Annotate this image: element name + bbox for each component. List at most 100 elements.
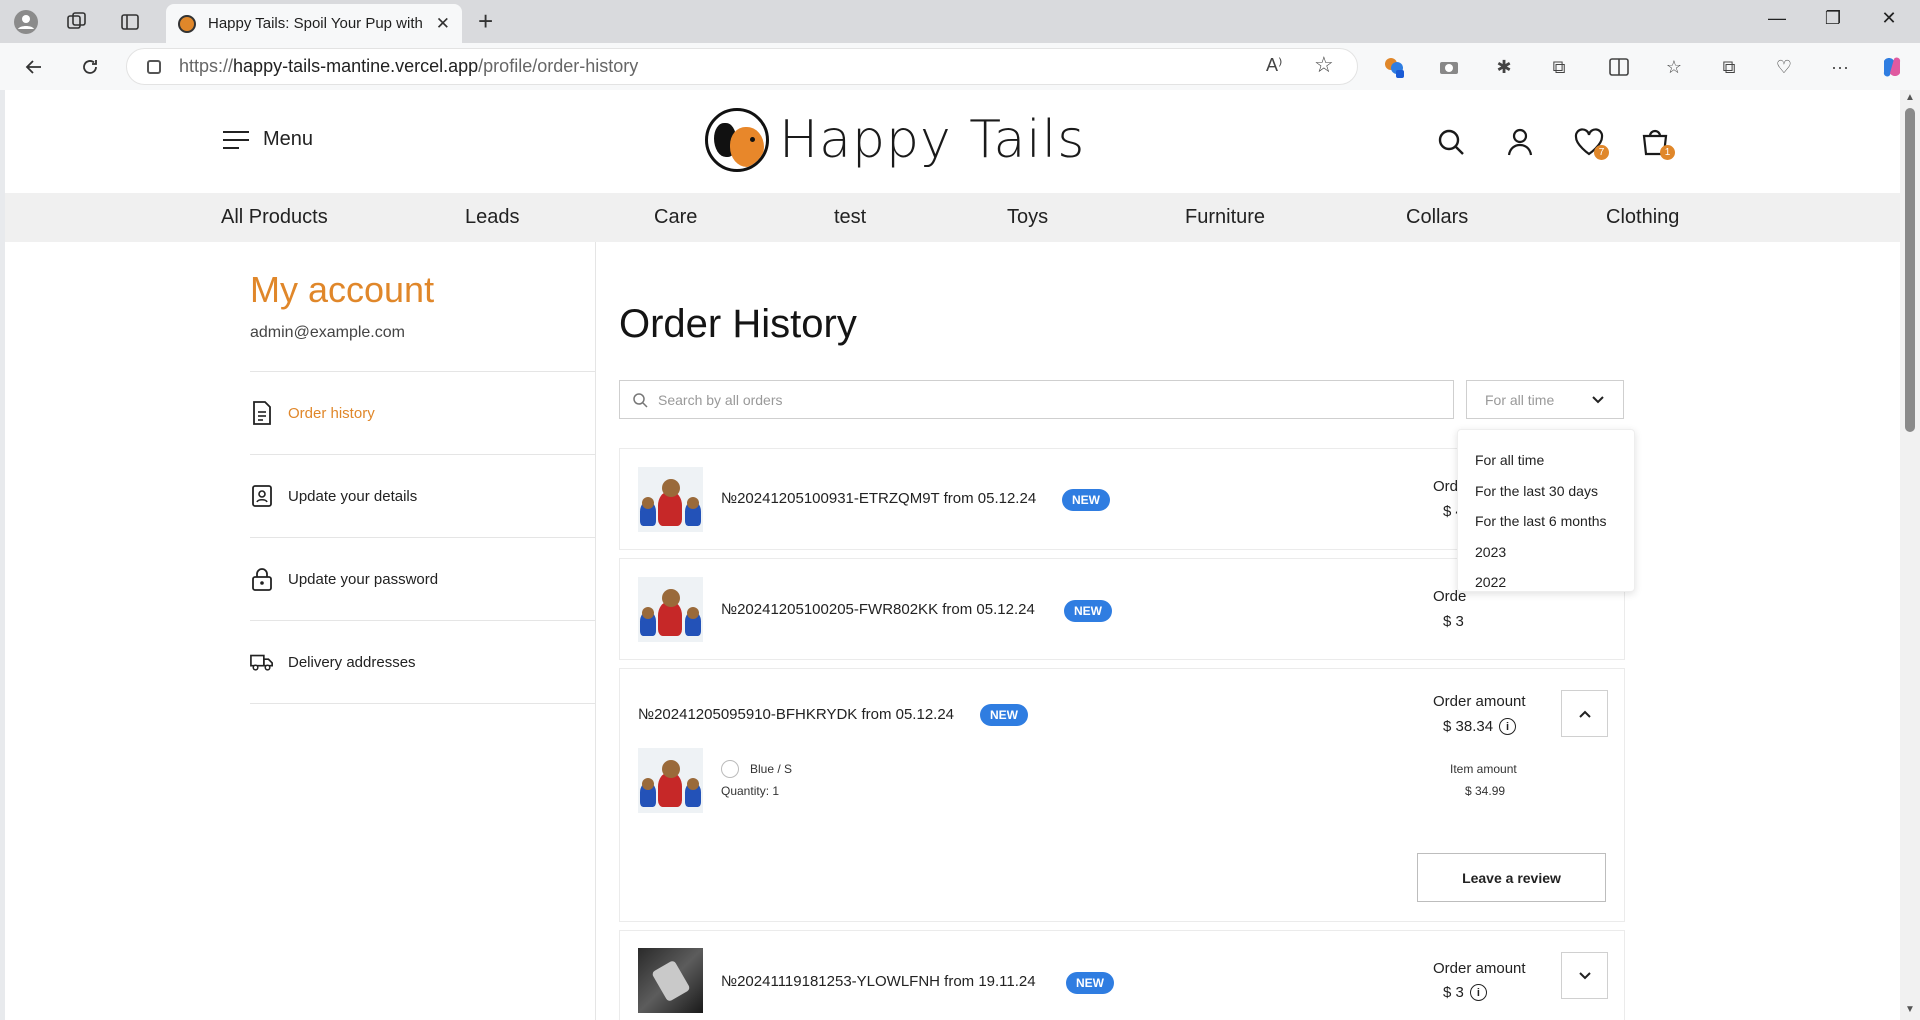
favorites-icon[interactable]: ☆ — [1662, 55, 1686, 79]
site-favicon-icon — [178, 14, 196, 33]
cart-count-badge: 1 — [1660, 145, 1675, 160]
sidebar-divider — [250, 703, 596, 704]
search-icon — [633, 392, 648, 408]
workspaces-icon[interactable] — [63, 8, 91, 36]
account-title: My account — [250, 269, 435, 310]
favorite-star-icon[interactable]: ☆ — [1314, 52, 1334, 78]
category-all-products[interactable]: All Products — [221, 206, 328, 229]
period-option[interactable]: For all time — [1475, 452, 1544, 468]
collapse-order-button[interactable] — [1561, 690, 1608, 737]
sidebar-item-label: Order history — [288, 404, 375, 422]
sidebar-item-label: Delivery addresses — [288, 653, 416, 671]
account-icon[interactable] — [1504, 126, 1536, 158]
refresh-icon[interactable] — [76, 53, 104, 81]
period-option[interactable]: For the last 30 days — [1475, 483, 1598, 499]
scroll-up-icon[interactable]: ▲ — [1905, 92, 1915, 103]
order-number: №20241205095910-BFHKRYDK from 05.12.24 — [638, 706, 955, 723]
lock-icon — [250, 567, 274, 591]
period-selected-value: For all time — [1485, 391, 1555, 408]
search-icon[interactable] — [1435, 126, 1467, 158]
product-thumbnail — [638, 577, 703, 642]
menu-button[interactable]: Menu — [223, 128, 313, 151]
order-number: №20241205100931-ETRZQM9T from 05.12.24 — [721, 490, 1037, 507]
order-amount: $ 3i — [1443, 984, 1487, 1001]
info-icon[interactable]: i — [1499, 718, 1517, 735]
logo-text: Happy Tails — [779, 110, 1086, 170]
active-tab[interactable]: Happy Tails: Spoil Your Pup with Love ✕ — [166, 4, 462, 43]
read-aloud-icon[interactable]: A⁾ — [1266, 55, 1282, 76]
chevron-up-icon — [1578, 710, 1591, 718]
close-tab-icon[interactable]: ✕ — [436, 14, 450, 34]
browser-tabbar: Happy Tails: Spoil Your Pup with Love ✕ … — [0, 0, 1920, 43]
period-option[interactable]: 2022 — [1475, 574, 1506, 590]
page-scrollbar[interactable]: ▲ ▼ — [1900, 90, 1920, 1020]
expand-order-button[interactable] — [1561, 952, 1608, 999]
order-amount: $ 3 — [1443, 613, 1464, 630]
leave-review-button[interactable]: Leave a review — [1417, 853, 1606, 902]
product-thumbnail — [638, 948, 703, 1013]
back-icon[interactable] — [20, 53, 48, 81]
info-icon[interactable]: i — [1469, 984, 1487, 1001]
item-quantity: Quantity: 1 — [721, 784, 780, 798]
minimize-icon[interactable]: — — [1754, 8, 1800, 29]
url-text: https://happy-tails-mantine.vercel.app/p… — [179, 56, 639, 76]
page: Menu Happy Tails 7 1 All Products Leads … — [5, 90, 1900, 1020]
site-logo[interactable]: Happy Tails — [705, 108, 1085, 172]
order-card[interactable]: №20241119181253-YLOWLFNH from 19.11.24 N… — [619, 930, 1625, 1020]
address-bar: https://happy-tails-mantine.vercel.app/p… — [0, 43, 1920, 90]
new-tab-icon[interactable]: + — [478, 7, 493, 35]
category-leads[interactable]: Leads — [465, 206, 520, 229]
category-collars[interactable]: Collars — [1406, 206, 1468, 229]
chevron-down-icon — [1592, 395, 1604, 403]
profile-icon[interactable] — [12, 8, 40, 36]
category-care[interactable]: Care — [654, 206, 697, 229]
orders-search-input[interactable]: Search by all orders — [619, 380, 1454, 419]
wishlist-icon[interactable]: 7 — [1573, 126, 1609, 160]
browser-essentials-icon[interactable]: ♡ — [1772, 55, 1796, 79]
bug-icon[interactable]: ✱ — [1492, 55, 1516, 79]
sidebar-item-update-password[interactable]: Update your password — [250, 537, 596, 620]
period-option[interactable]: For the last 6 months — [1475, 513, 1607, 529]
account-sidebar: My account admin@example.com Order histo… — [250, 242, 596, 1020]
sidebar-item-order-history[interactable]: Order history — [250, 371, 596, 454]
order-card-expanded[interactable]: №20241205095910-BFHKRYDK from 05.12.24 N… — [619, 668, 1625, 922]
period-option[interactable]: 2023 — [1475, 544, 1506, 560]
scrollbar-thumb[interactable] — [1905, 108, 1915, 432]
color-swatch-radio[interactable] — [721, 760, 739, 778]
extension-colorful-icon[interactable] — [1382, 55, 1406, 79]
cart-icon[interactable]: 1 — [1639, 126, 1675, 160]
product-thumbnail — [638, 467, 703, 532]
period-select[interactable]: For all time — [1466, 380, 1624, 419]
close-window-icon[interactable]: ✕ — [1866, 8, 1912, 29]
document-icon — [250, 401, 274, 425]
lock-icon[interactable] — [147, 59, 161, 74]
scroll-down-icon[interactable]: ▼ — [1905, 1004, 1915, 1015]
product-thumbnail — [638, 748, 703, 813]
restore-icon[interactable]: ❐ — [1810, 8, 1856, 29]
category-nav: All Products Leads Care test Toys Furnit… — [5, 193, 1900, 242]
category-test[interactable]: test — [834, 206, 866, 229]
more-options-icon[interactable]: ··· — [1828, 55, 1852, 79]
sidebar-item-label: Update your details — [288, 487, 418, 505]
split-screen-icon[interactable] — [1607, 55, 1631, 79]
order-amount-label: Order amount — [1433, 960, 1526, 977]
url-field[interactable]: https://happy-tails-mantine.vercel.app/p… — [126, 48, 1358, 85]
tab-title: Happy Tails: Spoil Your Pup with Love — [208, 15, 426, 32]
order-amount: $ 38.34 i — [1443, 718, 1517, 735]
copilot-icon[interactable] — [1880, 55, 1904, 79]
dog-logo-icon — [705, 108, 769, 172]
status-badge: NEW — [980, 704, 1028, 726]
chevron-down-icon — [1578, 971, 1591, 979]
status-badge: NEW — [1062, 489, 1110, 511]
account-email: admin@example.com — [250, 324, 405, 341]
vertical-tabs-icon[interactable] — [116, 8, 144, 36]
profile-card-icon — [250, 484, 274, 508]
collections-icon[interactable]: ⧉ — [1717, 55, 1741, 79]
sidebar-item-update-details[interactable]: Update your details — [250, 454, 596, 537]
extensions-puzzle-icon[interactable]: ⧉ — [1547, 55, 1571, 79]
camera-icon[interactable] — [1437, 55, 1461, 79]
category-clothing[interactable]: Clothing — [1606, 206, 1679, 229]
sidebar-item-delivery-addresses[interactable]: Delivery addresses — [250, 620, 596, 703]
category-furniture[interactable]: Furniture — [1185, 206, 1265, 229]
category-toys[interactable]: Toys — [1007, 206, 1048, 229]
